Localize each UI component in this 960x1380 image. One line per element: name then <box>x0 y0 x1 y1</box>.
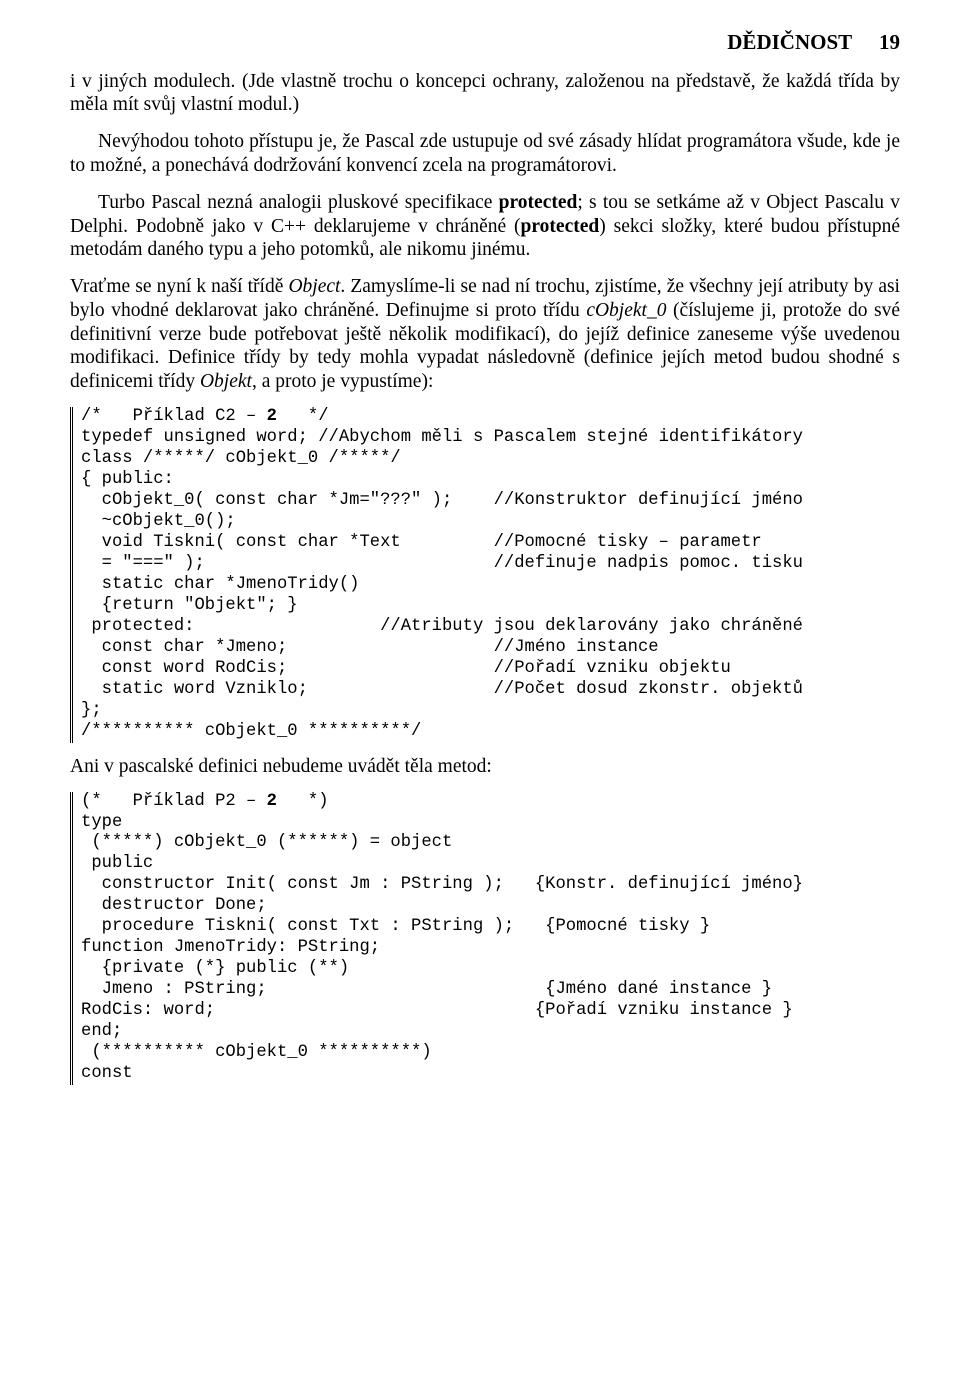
paragraph-1-text: i v jiných modulech. (Jde vlastně trochu… <box>70 71 900 116</box>
paragraph-2b: Turbo Pascal nezná analogii pluskové spe… <box>70 191 900 262</box>
p3-it1: Object <box>288 276 340 297</box>
code-block-1: /* Příklad C2 – 2 */ typedef unsigned wo… <box>70 407 900 743</box>
paragraph-3: Vraťme se nyní k naší třídě Object. Zamy… <box>70 275 900 394</box>
paragraph-2a-text: Nevýhodou tohoto přístupu je, že Pascal … <box>70 131 900 176</box>
page-number: 19 <box>879 30 900 56</box>
p3-pre: Vraťme se nyní k naší třídě <box>70 276 288 297</box>
p2b-kw: protected <box>499 192 578 213</box>
paragraph-1: i v jiných modulech. (Jde vlastně trochu… <box>70 70 900 118</box>
code-block-2: (* Příklad P2 – 2 *) type (*****) cObjek… <box>70 792 900 1086</box>
p2b-kw2: protected <box>521 216 600 237</box>
header-title: DĚDIČNOST <box>727 30 851 54</box>
code-block-2-content: (* Příklad P2 – 2 *) type (*****) cObjek… <box>81 792 803 1084</box>
paragraph-4: Ani v pascalské definici nebudeme uvádět… <box>70 755 900 779</box>
paragraph-2a: Nevýhodou tohoto přístupu je, že Pascal … <box>70 130 900 178</box>
p3-it2: cObjekt_0 <box>586 300 666 321</box>
paragraph-4-text: Ani v pascalské definici nebudeme uvádět… <box>70 756 492 777</box>
page-header: DĚDIČNOST 19 <box>70 30 900 56</box>
p2b-pre: Turbo Pascal nezná analogii pluskové spe… <box>98 192 499 213</box>
p3-post: , a proto je vypustíme): <box>252 371 433 392</box>
p3-it3: Objekt <box>200 371 252 392</box>
code-block-1-content: /* Příklad C2 – 2 */ typedef unsigned wo… <box>81 407 803 741</box>
